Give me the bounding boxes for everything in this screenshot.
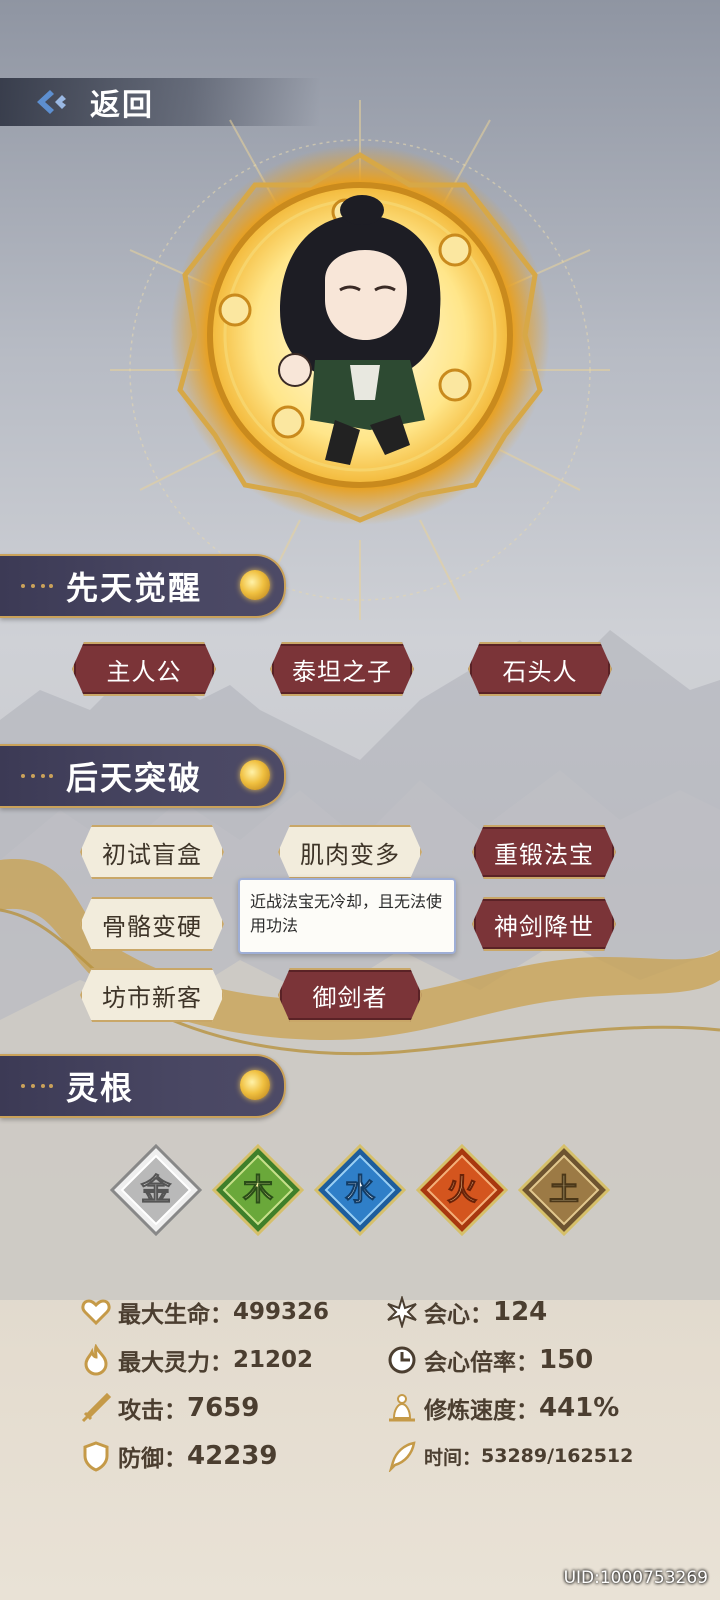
stat-max-mp: 最大灵力： 21202 [80, 1340, 313, 1380]
element-wood-label: 木 [242, 1173, 273, 1208]
gold-orb-icon [240, 760, 270, 790]
section-header-acquired-breakthrough: 后天突破 [0, 744, 286, 808]
stat-defense: 防御： 42239 [80, 1436, 277, 1476]
stat-value: 53289/162512 [481, 1445, 634, 1467]
section-header-spirit-root: 灵根 [0, 1054, 286, 1118]
header-dots-decoration [21, 1084, 53, 1088]
acquired-tag-market-newcomer[interactable]: 坊市新客 [80, 968, 224, 1022]
innate-tag-protagonist[interactable]: 主人公 [72, 642, 216, 696]
stat-value: 150 [539, 1345, 594, 1375]
element-metal-icon[interactable]: 金 [110, 1144, 202, 1236]
character-avatar-medallion [110, 100, 610, 620]
section-title: 先天觉醒 [66, 569, 203, 607]
stat-value: 21202 [233, 1347, 314, 1373]
element-fire-icon[interactable]: 火 [416, 1144, 508, 1236]
acquired-tag-sword-rider[interactable]: 御剑者 [278, 968, 422, 1022]
burst-icon [387, 1296, 417, 1328]
stat-value: 7659 [187, 1393, 260, 1423]
stat-label: 最大生命： [118, 1302, 233, 1328]
user-id-label: UID:1000753269 [563, 1568, 708, 1588]
section-header-innate-awakening: 先天觉醒 [0, 554, 286, 618]
heart-icon [81, 1299, 111, 1326]
stat-attack: 攻击： 7659 [80, 1388, 259, 1428]
element-wood-icon[interactable]: 木 [212, 1144, 304, 1236]
element-water-icon[interactable]: 水 [314, 1144, 406, 1236]
section-title: 后天突破 [66, 759, 203, 797]
stat-label: 攻击： [118, 1398, 187, 1424]
acquired-tag-harder-bones[interactable]: 骨骼变硬 [80, 897, 224, 951]
stat-value: 42239 [187, 1441, 278, 1471]
innate-tag-titan-son[interactable]: 泰坦之子 [270, 642, 414, 696]
stat-value: 499326 [233, 1299, 330, 1325]
skill-tooltip: 近战法宝无冷却，且无法使用功法 [238, 878, 456, 954]
acquired-tag-more-muscle[interactable]: 肌肉变多 [278, 825, 422, 879]
meditation-icon [389, 1394, 415, 1422]
back-arrow-icon [37, 90, 66, 114]
sword-icon [81, 1392, 112, 1423]
section-title: 灵根 [66, 1069, 135, 1107]
element-fire-label: 火 [447, 1173, 477, 1208]
acquired-tag-first-blind-box[interactable]: 初试盲盒 [80, 825, 224, 879]
element-earth-label: 土 [549, 1173, 579, 1208]
stat-cultivation-speed: 修炼速度： 441% [386, 1388, 619, 1428]
target-icon [388, 1346, 416, 1374]
acquired-tag-divine-sword[interactable]: 神剑降世 [472, 897, 616, 951]
gold-orb-icon [240, 1070, 270, 1100]
feather-icon [388, 1441, 416, 1472]
stat-label: 防御： [118, 1446, 187, 1472]
stat-crit-mult: 会心倍率： 150 [386, 1340, 593, 1380]
stat-max-hp: 最大生命： 499326 [80, 1292, 329, 1332]
element-metal-label: 金 [140, 1173, 172, 1208]
shield-icon [83, 1441, 109, 1472]
stat-label: 最大灵力： [118, 1350, 233, 1376]
stat-crit: 会心： 124 [386, 1292, 547, 1332]
gold-orb-icon [240, 570, 270, 600]
header-dots-decoration [21, 774, 53, 778]
element-earth-icon[interactable]: 土 [518, 1144, 610, 1236]
element-water-label: 水 [345, 1173, 376, 1208]
innate-tag-stone-man[interactable]: 石头人 [468, 642, 612, 696]
stat-label: 会心： [424, 1302, 493, 1328]
acquired-tag-reforge-treasure[interactable]: 重锻法宝 [472, 825, 616, 879]
stat-value: 124 [493, 1297, 548, 1327]
stat-label: 时间： [424, 1446, 482, 1469]
flame-icon [84, 1344, 108, 1376]
stat-time: 时间： 53289/162512 [386, 1436, 633, 1476]
stat-value: 441% [539, 1393, 620, 1423]
header-dots-decoration [21, 584, 53, 588]
stat-label: 会心倍率： [424, 1350, 539, 1376]
stat-label: 修炼速度： [424, 1398, 539, 1424]
